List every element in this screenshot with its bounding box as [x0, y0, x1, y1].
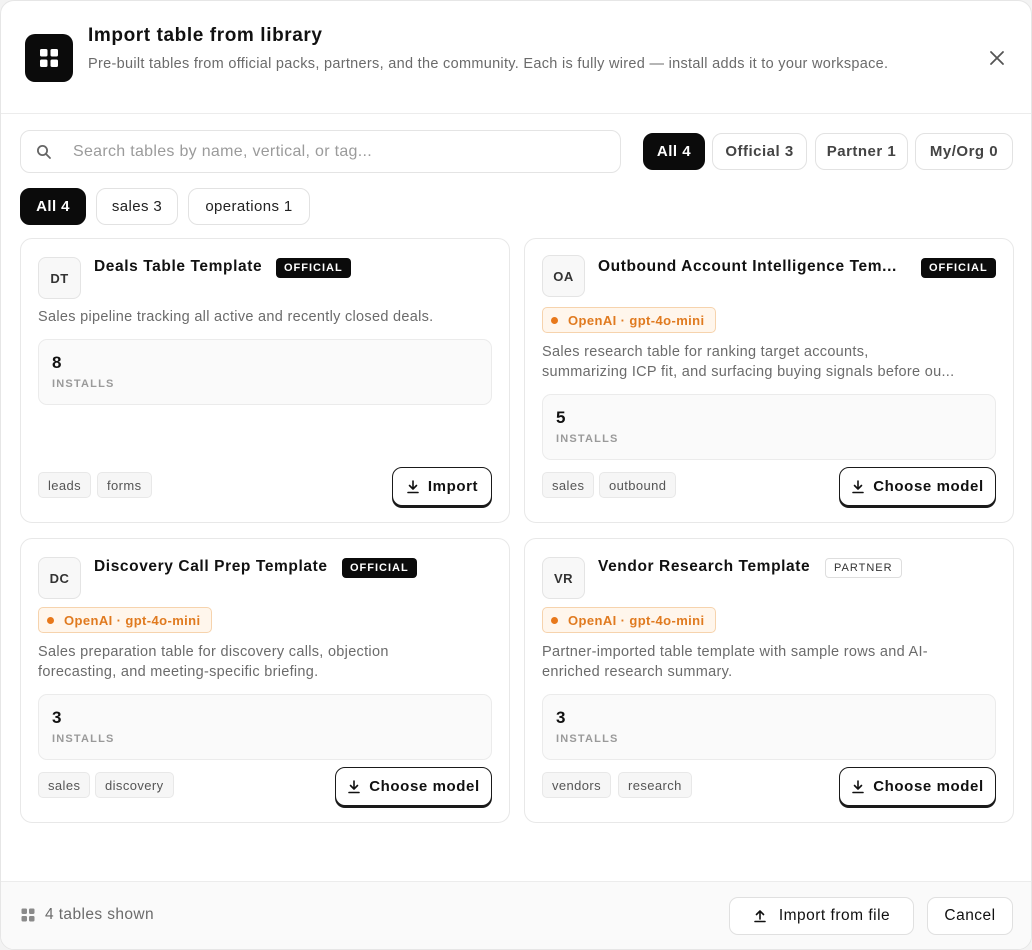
choose-model-button-label: Choose model	[873, 478, 984, 495]
upload-icon	[754, 910, 766, 923]
table-card-description: Sales research table for ranking target …	[542, 342, 997, 382]
filter-source-my-org[interactable]: My/Org 0	[915, 133, 1013, 170]
model-tag-label: OpenAI · gpt-4o-mini	[568, 612, 705, 628]
description-line: summarizing ICP fit, and surfacing buyin…	[542, 364, 955, 380]
import-button[interactable]: Import	[392, 467, 492, 506]
installs-stat: 3 INSTALLS	[38, 694, 492, 760]
choose-model-button[interactable]: Choose model	[839, 767, 996, 806]
import-library-modal: Import table from library Pre-built tabl…	[0, 0, 1032, 950]
table-avatar: OA	[542, 255, 585, 297]
installs-label: INSTALLS	[52, 378, 115, 390]
filter-category-sales[interactable]: sales 3	[96, 188, 178, 225]
modal-title: Import table from library	[88, 25, 323, 46]
tag-forms: forms	[97, 472, 152, 498]
modal-footer: 4 tables shown Import from file Cancel	[1, 881, 1031, 949]
installs-stat: 3 INSTALLS	[542, 694, 996, 760]
description-line: enriched research summary.	[542, 664, 733, 680]
description-line: Sales pipeline tracking all active and r…	[38, 309, 434, 325]
model-tag: OpenAI · gpt-4o-mini	[542, 307, 716, 333]
description-line: forecasting, and meeting-specific briefi…	[38, 664, 319, 680]
tag-sales: sales	[542, 472, 595, 498]
table-card-description: Partner-imported table template with sam…	[542, 642, 1000, 682]
filter-source-partner[interactable]: Partner 1	[815, 133, 908, 170]
tables-shown-count: 4 tables shown	[21, 906, 154, 924]
choose-model-button[interactable]: Choose model	[335, 767, 492, 806]
table-card-discovery: DC Discovery Call Prep Template OFFICIAL…	[20, 538, 510, 823]
table-card-description: Sales preparation table for discovery ca…	[38, 642, 496, 682]
table-card-title: Deals Table Template	[94, 258, 263, 275]
table-card-deals: DT Deals Table Template OFFICIAL Sales p…	[20, 238, 510, 523]
description-line: Sales research table for ranking target …	[542, 344, 869, 360]
import-from-file-label: Import from file	[778, 907, 891, 924]
tag-research: research	[618, 772, 692, 798]
import-button-label: Import	[427, 478, 479, 495]
model-tag: OpenAI · gpt-4o-mini	[542, 607, 716, 633]
cancel-button[interactable]: Cancel	[927, 897, 1013, 935]
model-dot-icon	[551, 616, 558, 624]
filter-source-all[interactable]: All 4	[643, 133, 705, 170]
model-tag-label: OpenAI · gpt-4o-mini	[64, 612, 201, 628]
download-icon	[407, 479, 419, 493]
search-icon	[37, 145, 51, 159]
import-from-file-button[interactable]: Import from file	[729, 897, 914, 935]
description-line: Partner-imported table template with sam…	[542, 644, 928, 660]
table-card-vendor: VR Vendor Research Template PARTNER Open…	[524, 538, 1014, 823]
installs-label: INSTALLS	[556, 733, 619, 745]
close-icon	[990, 51, 1004, 65]
filter-category-operations[interactable]: operations 1	[188, 188, 310, 225]
grid-icon	[21, 908, 35, 922]
tag-leads: leads	[38, 472, 92, 498]
choose-model-button-label: Choose model	[369, 778, 480, 795]
official-badge: OFFICIAL	[921, 258, 996, 278]
download-icon	[348, 779, 361, 793]
choose-model-button-label: Choose model	[873, 778, 984, 795]
partner-badge: PARTNER	[825, 558, 902, 578]
model-dot-icon	[47, 616, 54, 624]
tables-shown-label: 4 tables shown	[45, 906, 154, 923]
table-avatar: VR	[542, 557, 585, 599]
table-avatar: DC	[38, 557, 81, 599]
installs-count: 8	[52, 353, 62, 372]
official-badge: OFFICIAL	[276, 258, 351, 278]
tag-outbound: outbound	[599, 472, 677, 498]
grid-app-icon	[25, 34, 73, 82]
modal-subtitle: Pre-built tables from official packs, pa…	[88, 56, 889, 72]
close-button[interactable]	[983, 44, 1011, 72]
model-tag-label: OpenAI · gpt-4o-mini	[568, 312, 705, 328]
download-icon	[852, 779, 865, 793]
installs-count: 5	[556, 408, 566, 427]
filter-category-all[interactable]: All 4	[20, 188, 86, 225]
installs-label: INSTALLS	[556, 433, 619, 445]
table-card-title: Outbound Account Intelligence Tem...	[598, 258, 897, 275]
installs-count: 3	[556, 708, 566, 727]
installs-count: 3	[52, 708, 62, 727]
description-line: Sales preparation table for discovery ca…	[38, 644, 389, 660]
table-card-title: Discovery Call Prep Template	[94, 558, 328, 575]
model-tag: OpenAI · gpt-4o-mini	[38, 607, 212, 633]
choose-model-button[interactable]: Choose model	[839, 467, 996, 506]
download-icon	[852, 479, 865, 493]
filter-source-official[interactable]: Official 3	[712, 133, 807, 170]
table-card-title: Vendor Research Template	[598, 558, 811, 575]
table-card-outbound: OA Outbound Account Intelligence Tem... …	[524, 238, 1014, 523]
search-input[interactable]	[73, 131, 613, 172]
official-badge: OFFICIAL	[342, 558, 417, 578]
tag-sales: sales	[38, 772, 91, 798]
table-card-description: Sales pipeline tracking all active and r…	[38, 307, 496, 327]
table-avatar: DT	[38, 257, 81, 299]
model-dot-icon	[551, 316, 558, 324]
installs-label: INSTALLS	[52, 733, 115, 745]
modal-header: Import table from library Pre-built tabl…	[1, 1, 1031, 114]
search-box	[20, 130, 621, 173]
tag-vendors: vendors	[542, 772, 612, 798]
installs-stat: 8 INSTALLS	[38, 339, 492, 405]
tag-discovery: discovery	[95, 772, 174, 798]
installs-stat: 5 INSTALLS	[542, 394, 996, 460]
